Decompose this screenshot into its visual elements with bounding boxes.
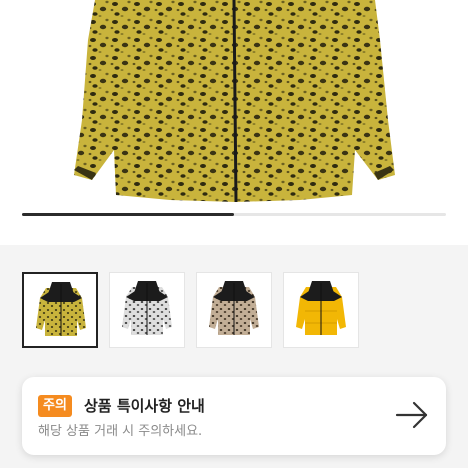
yellow-puffer-jacket-icon xyxy=(296,281,346,335)
tan-leopard-jacket-icon xyxy=(209,281,259,335)
thumbnail-yellow-leopard[interactable] xyxy=(22,272,98,348)
thumbnail-snow-leopard[interactable] xyxy=(109,272,185,348)
notice-title: 상품 특이사항 안내 xyxy=(84,397,205,415)
gallery-progress-track xyxy=(22,213,446,216)
notice-description: 해당 상품 거래 시 주의하세요. xyxy=(38,424,203,439)
yellow-leopard-jacket-icon xyxy=(36,282,86,336)
leopard-jacket-image xyxy=(74,0,395,203)
arrow-right-icon[interactable] xyxy=(394,399,430,431)
snow-leopard-jacket-icon xyxy=(122,281,172,335)
product-main-image[interactable] xyxy=(0,0,468,245)
product-detail-screen: 주의 상품 특이사항 안내 해당 상품 거래 시 주의하세요. xyxy=(0,0,468,468)
thumbnail-solid-yellow[interactable] xyxy=(283,272,359,348)
product-notice-card[interactable]: 주의 상품 특이사항 안내 해당 상품 거래 시 주의하세요. xyxy=(22,377,446,455)
gallery-progress-fill xyxy=(22,213,234,216)
thumbnail-tan-leopard[interactable] xyxy=(196,272,272,348)
caution-badge: 주의 xyxy=(38,395,72,417)
